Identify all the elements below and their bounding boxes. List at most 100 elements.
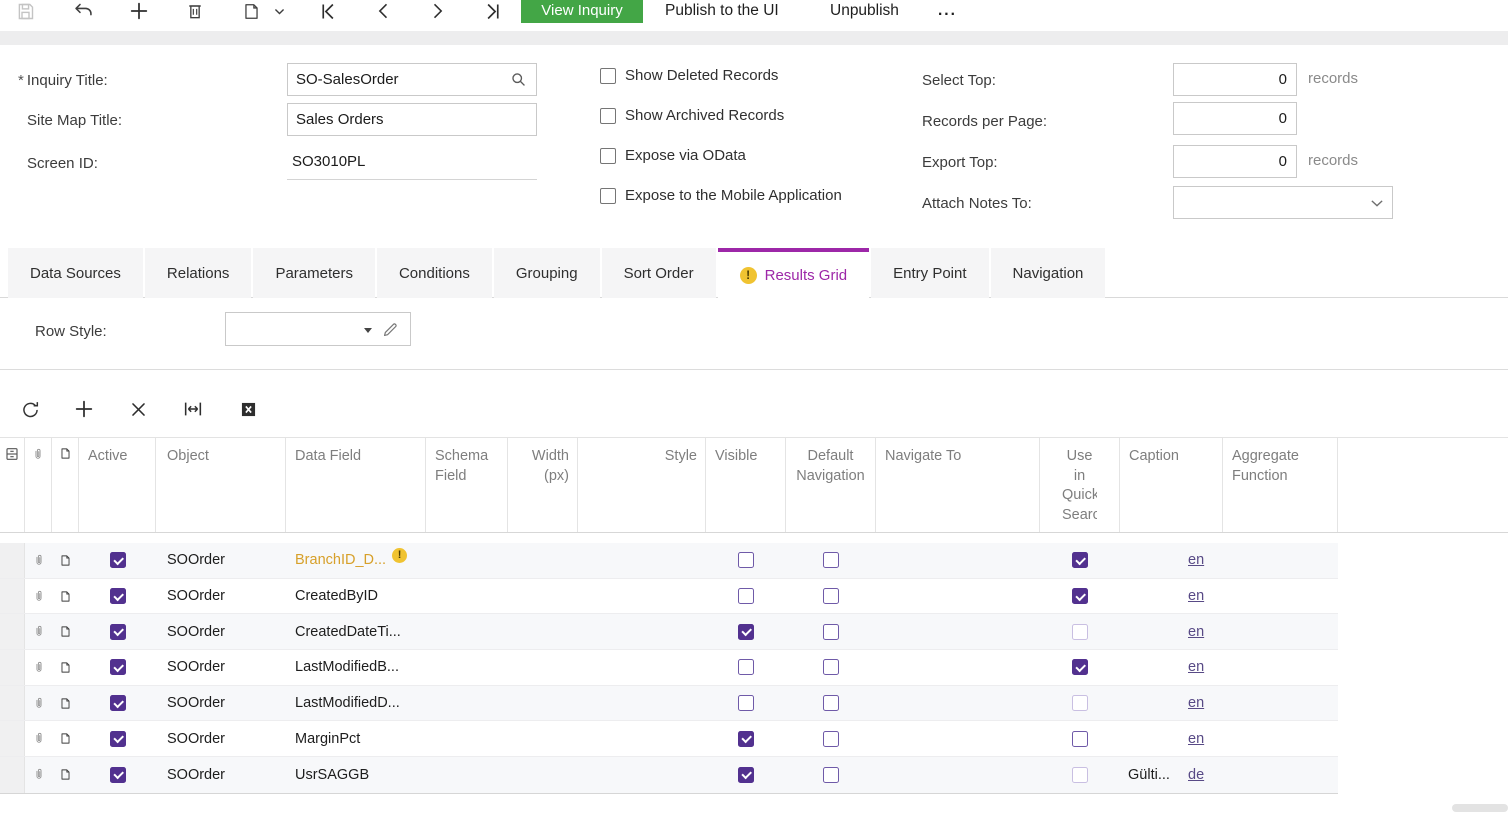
document-cell[interactable] — [52, 650, 79, 685]
default-navigation-checkbox[interactable] — [823, 659, 839, 676]
document-cell[interactable] — [52, 579, 79, 614]
copy-note-icon[interactable] — [238, 0, 264, 24]
view-inquiry-button[interactable]: View Inquiry — [521, 0, 643, 23]
column-header-width[interactable]: Width (px) — [508, 438, 578, 532]
default-navigation-checkbox[interactable] — [823, 766, 839, 783]
paperclip-column-icon[interactable] — [25, 438, 52, 532]
caption-cell[interactable]: Gülti... de — [1120, 757, 1223, 793]
schema-field-cell[interactable] — [426, 757, 508, 793]
data-field-cell[interactable]: CreatedByID — [286, 579, 426, 614]
schema-field-cell[interactable] — [426, 614, 508, 649]
style-cell[interactable] — [578, 686, 706, 721]
fit-to-screen-icon[interactable] — [180, 396, 206, 422]
attach-notes-to-select[interactable] — [1173, 186, 1393, 219]
paperclip-cell[interactable] — [25, 757, 52, 793]
tab-grouping[interactable]: Grouping — [493, 248, 600, 298]
caption-language-link[interactable]: en — [1188, 695, 1204, 711]
column-header-default-navigation[interactable]: Default Navigation — [786, 438, 876, 532]
tab-sort-order[interactable]: Sort Order — [601, 248, 716, 298]
schema-field-cell[interactable] — [426, 721, 508, 756]
column-header-use-in-quick-search[interactable]: Use in Quick Search — [1040, 438, 1120, 532]
object-cell[interactable]: SOOrder — [156, 614, 286, 649]
unpublish-button[interactable]: Unpublish — [830, 0, 899, 24]
width-cell[interactable] — [508, 686, 578, 721]
checkbox-box[interactable] — [600, 107, 616, 124]
row-style-combo[interactable] — [225, 312, 411, 346]
export-to-excel-icon[interactable] — [235, 396, 261, 422]
column-header-visible[interactable]: Visible — [706, 438, 786, 532]
row-indicator[interactable] — [0, 650, 25, 685]
style-cell[interactable] — [578, 614, 706, 649]
quick-search-checkbox[interactable] — [1072, 659, 1088, 676]
quick-search-checkbox[interactable] — [1072, 623, 1088, 640]
width-cell[interactable] — [508, 614, 578, 649]
select-top-input[interactable] — [1173, 63, 1297, 96]
aggregate-function-cell[interactable] — [1223, 543, 1338, 578]
column-header-caption[interactable]: Caption — [1120, 438, 1223, 532]
paperclip-cell[interactable] — [25, 686, 52, 721]
navigate-to-cell[interactable] — [876, 579, 1040, 614]
caption-language-link[interactable]: en — [1188, 588, 1204, 604]
refresh-icon[interactable] — [17, 396, 43, 422]
caption-language-link[interactable]: en — [1188, 624, 1204, 640]
column-header-active[interactable]: Active — [79, 438, 156, 532]
save-icon[interactable] — [12, 0, 38, 24]
checkbox-box[interactable] — [600, 187, 616, 204]
row-indicator[interactable] — [0, 721, 25, 757]
default-navigation-checkbox[interactable] — [823, 695, 839, 712]
row-indicator[interactable] — [0, 543, 25, 578]
default-navigation-checkbox[interactable] — [823, 623, 839, 640]
width-cell[interactable] — [508, 543, 578, 578]
tab-relations[interactable]: Relations — [144, 248, 252, 298]
caption-cell[interactable]: en — [1120, 543, 1223, 578]
navigate-to-cell[interactable] — [876, 543, 1040, 578]
dropdown-arrow-icon[interactable] — [364, 328, 372, 333]
navigate-to-cell[interactable] — [876, 721, 1040, 756]
tab-results-grid[interactable]: ! Results Grid — [717, 248, 870, 299]
quick-search-checkbox[interactable] — [1072, 695, 1088, 712]
aggregate-function-cell[interactable] — [1223, 686, 1338, 721]
schema-field-cell[interactable] — [426, 650, 508, 685]
object-cell[interactable]: SOOrder — [156, 686, 286, 721]
document-column-icon[interactable] — [52, 438, 79, 532]
visible-checkbox[interactable] — [738, 730, 754, 747]
paperclip-cell[interactable] — [25, 543, 52, 578]
grid-row[interactable]: SOOrder BranchID_D...! en — [0, 543, 1338, 579]
default-navigation-checkbox[interactable] — [823, 730, 839, 747]
row-indicator[interactable] — [0, 614, 25, 650]
active-checkbox[interactable] — [109, 588, 126, 605]
tab-conditions[interactable]: Conditions — [376, 248, 492, 298]
tab-entry-point[interactable]: Entry Point — [871, 248, 989, 298]
tab-navigation[interactable]: Navigation — [990, 248, 1106, 298]
object-cell[interactable]: SOOrder — [156, 650, 286, 685]
tab-parameters[interactable]: Parameters — [253, 248, 375, 298]
last-record-icon[interactable] — [479, 0, 505, 24]
document-cell[interactable] — [52, 686, 79, 721]
expose-via-odata-checkbox[interactable]: Expose via OData — [600, 147, 746, 164]
grid-row[interactable]: SOOrder UsrSAGGB Gülti... de — [0, 757, 1338, 793]
show-archived-records-checkbox[interactable]: Show Archived Records — [600, 107, 784, 124]
delete-row-icon[interactable] — [125, 396, 151, 422]
style-cell[interactable] — [578, 650, 706, 685]
caption-cell[interactable]: en — [1120, 579, 1223, 614]
active-checkbox[interactable] — [109, 552, 126, 569]
aggregate-function-cell[interactable] — [1223, 650, 1338, 685]
visible-checkbox[interactable] — [738, 766, 754, 783]
active-checkbox[interactable] — [109, 766, 126, 783]
delete-record-icon[interactable] — [182, 0, 208, 24]
aggregate-function-cell[interactable] — [1223, 757, 1338, 793]
active-checkbox[interactable] — [109, 659, 126, 676]
records-per-page-input[interactable] — [1173, 102, 1297, 135]
more-options-button[interactable]: ... — [938, 0, 957, 24]
search-icon[interactable] — [510, 71, 527, 93]
grid-row[interactable]: SOOrder LastModifiedD... en — [0, 685, 1338, 722]
aggregate-function-cell[interactable] — [1223, 614, 1338, 649]
paperclip-cell[interactable] — [25, 721, 52, 756]
row-indicator[interactable] — [0, 685, 25, 721]
publish-to-ui-button[interactable]: Publish to the UI — [665, 0, 779, 24]
width-cell[interactable] — [508, 757, 578, 793]
grid-row[interactable]: SOOrder CreatedByID en — [0, 578, 1338, 615]
quick-search-checkbox[interactable] — [1072, 588, 1088, 605]
quick-search-checkbox[interactable] — [1072, 730, 1088, 747]
data-field-cell[interactable]: LastModifiedD... — [286, 686, 426, 721]
